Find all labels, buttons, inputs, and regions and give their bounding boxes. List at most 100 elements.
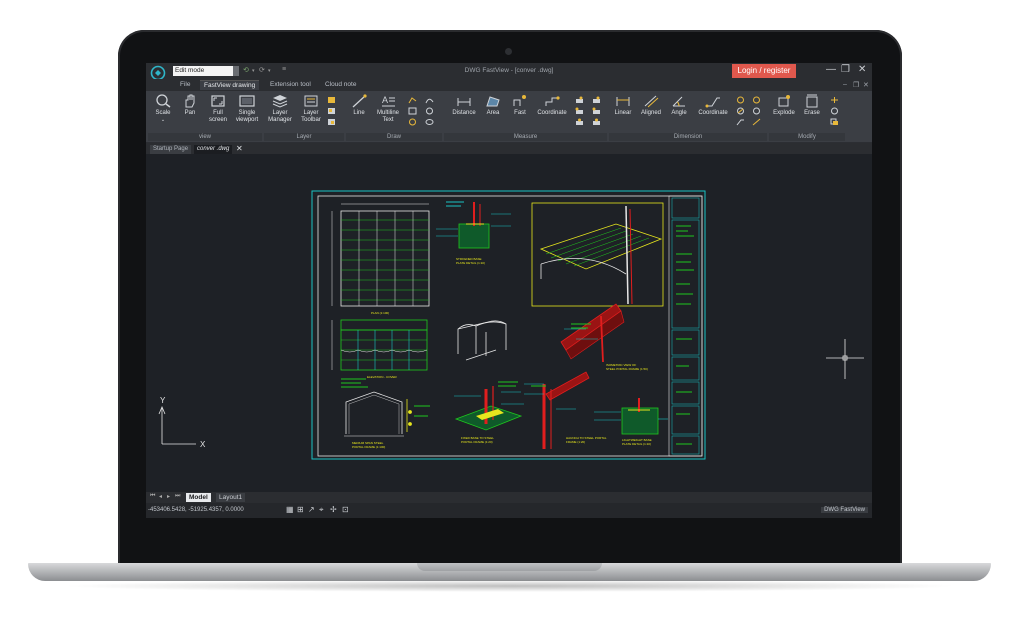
rotate-icon[interactable] <box>830 107 839 115</box>
erase-icon <box>806 94 818 108</box>
jogged-dim-icon[interactable] <box>752 107 761 115</box>
app-name-badge: DWG FastView <box>821 507 868 513</box>
group-draw: Draw <box>346 133 442 141</box>
circle-icon[interactable] <box>425 107 434 115</box>
doc-minimize-icon[interactable]: – <box>843 81 847 88</box>
ortho-icon[interactable]: ↗ <box>308 505 315 514</box>
otrack-icon[interactable]: ⊡ <box>342 505 349 514</box>
layer-lock-icon[interactable] <box>327 118 336 126</box>
close-icon[interactable]: ✕ <box>858 63 866 77</box>
move-icon[interactable] <box>830 96 839 104</box>
measure-sum-icon[interactable] <box>592 118 601 126</box>
leader-icon[interactable] <box>736 118 745 126</box>
text-icon: A <box>382 95 395 107</box>
tab-close-icon[interactable]: ✕ <box>236 144 243 153</box>
polyline-icon[interactable] <box>408 96 417 104</box>
layer-manager-label-2: Manager <box>268 116 292 123</box>
arc-length-icon[interactable] <box>752 96 761 104</box>
nav-prev-icon[interactable]: ◂ <box>159 493 162 500</box>
elevation-view: ELEVATION - COVER <box>331 319 428 379</box>
nav-next-icon[interactable]: ▸ <box>167 493 170 500</box>
area-button[interactable]: Area <box>482 94 504 117</box>
measure-angle-icon[interactable] <box>575 118 584 126</box>
pan-label: Pan <box>184 110 196 116</box>
menu-fastview-drawing[interactable]: FastView drawing <box>200 80 260 90</box>
explode-label: Explode <box>773 110 795 116</box>
area-icon <box>486 96 500 107</box>
revcloud-icon[interactable] <box>408 118 417 126</box>
viewport-icon <box>239 95 255 107</box>
grid-icon[interactable]: ▦ <box>286 505 294 514</box>
svg-text:A: A <box>382 95 388 105</box>
tab-conver-dwg[interactable]: conver .dwg <box>194 145 233 154</box>
erase-button[interactable]: Erase <box>801 94 823 117</box>
scale-button[interactable]: Scale ⌄ <box>152 94 174 123</box>
single-viewport-button[interactable]: Single viewport <box>234 94 260 123</box>
measure-total-icon[interactable] <box>592 107 601 115</box>
aligned-dim-button[interactable]: Aligned <box>639 94 663 117</box>
stiffened-label-2: PLATE DETAIL (1:10) <box>456 261 485 265</box>
osnap-icon[interactable]: ✢ <box>330 505 337 514</box>
ellipse-icon[interactable] <box>425 118 434 126</box>
erase-label: Erase <box>804 110 820 116</box>
distance-icon <box>457 98 471 106</box>
menu-cloud-note[interactable]: Cloud note <box>325 81 356 88</box>
fixed-base-label-2: PORTAL FRAME (1:20) <box>461 440 493 444</box>
arc-icon[interactable] <box>425 96 434 104</box>
nav-first-icon[interactable]: ⏮ <box>150 493 155 500</box>
menu-file[interactable]: File <box>180 81 190 88</box>
doc-close-icon[interactable]: ✕ <box>863 81 869 89</box>
menu-extension-tool[interactable]: Extension tool <box>270 81 311 88</box>
magnifier-icon <box>156 94 171 108</box>
tolerance-icon[interactable] <box>752 118 761 126</box>
explode-button[interactable]: Explode <box>771 94 797 117</box>
group-dimension: Dimension <box>609 133 767 141</box>
ordinate-dimension-icon <box>705 97 720 108</box>
dim-coordinate-button[interactable]: Coordinate <box>696 94 730 117</box>
multiline-label: Multiline <box>376 110 399 116</box>
measure-length-icon[interactable] <box>592 96 601 104</box>
isometric-frame <box>457 320 507 361</box>
linear-dimension-icon <box>616 97 630 106</box>
layer-on-icon[interactable] <box>327 96 336 104</box>
full-screen-button[interactable]: Full screen <box>206 94 230 123</box>
measure-arc-icon[interactable] <box>575 96 584 104</box>
snap-icon[interactable]: ⊞ <box>297 505 304 514</box>
plan-label: PLAN (1:100) <box>371 311 389 315</box>
restore-icon[interactable]: ❐ <box>841 63 850 77</box>
stiffened-base-detail: STIFFENED BASE PLATE DETAIL (1:10) <box>436 201 511 265</box>
tab-layout1[interactable]: Layout1 <box>216 493 246 502</box>
layer-freeze-icon[interactable] <box>327 107 336 115</box>
single-viewport-label: Single <box>238 110 256 116</box>
plan-view: PLAN (1:100) <box>331 203 430 315</box>
ribbon: Scale ⌄ Pan Full screen Single viewport Lay… <box>146 91 872 142</box>
rectangle-icon[interactable] <box>408 107 417 115</box>
copy-icon[interactable] <box>830 118 839 126</box>
distance-button[interactable]: Distance <box>450 94 478 117</box>
medium-span-label-2: PORTAL FRAME (1:100) <box>352 445 385 449</box>
drawing-canvas[interactable]: PLAN (1:100) ELEVATION - COVER STIFFENED… <box>146 154 872 492</box>
polar-icon[interactable]: ⌖ <box>319 505 324 515</box>
radius-dim-icon[interactable] <box>736 96 745 104</box>
angle-dim-button[interactable]: Angle <box>668 94 690 117</box>
fast-button[interactable]: Fast <box>509 94 531 117</box>
layer-manager-button[interactable]: Layer Manager <box>266 94 294 123</box>
nav-last-icon[interactable]: ⏭ <box>175 493 180 500</box>
scale-label: Scale <box>155 110 171 116</box>
tab-model[interactable]: Model <box>186 493 211 502</box>
diameter-dim-icon[interactable] <box>736 107 745 115</box>
isometric-label-2: STEEL PORTAL FRAME (1:50) <box>606 367 648 371</box>
linear-dim-button[interactable]: Linear <box>612 94 634 117</box>
login-button[interactable]: Login / register <box>732 64 796 78</box>
tab-startup-page[interactable]: Startup Page <box>150 145 192 154</box>
cursor-coordinates: -453406.5428, -51925.4357, 0.0000 <box>148 507 244 513</box>
line-button[interactable]: Line <box>348 94 370 117</box>
pan-button[interactable]: Pan <box>179 94 201 117</box>
layer-toolbar-button[interactable]: Layer Toolbar <box>298 94 324 123</box>
multiline-label-2: Text <box>382 116 394 123</box>
doc-restore-icon[interactable]: ❐ <box>853 81 859 89</box>
multiline-text-button[interactable]: A Multiline Text <box>374 94 402 123</box>
measure-radius-icon[interactable] <box>575 107 584 115</box>
coordinate-button[interactable]: Coordinate <box>535 94 569 117</box>
minimize-icon[interactable]: — <box>826 63 836 77</box>
